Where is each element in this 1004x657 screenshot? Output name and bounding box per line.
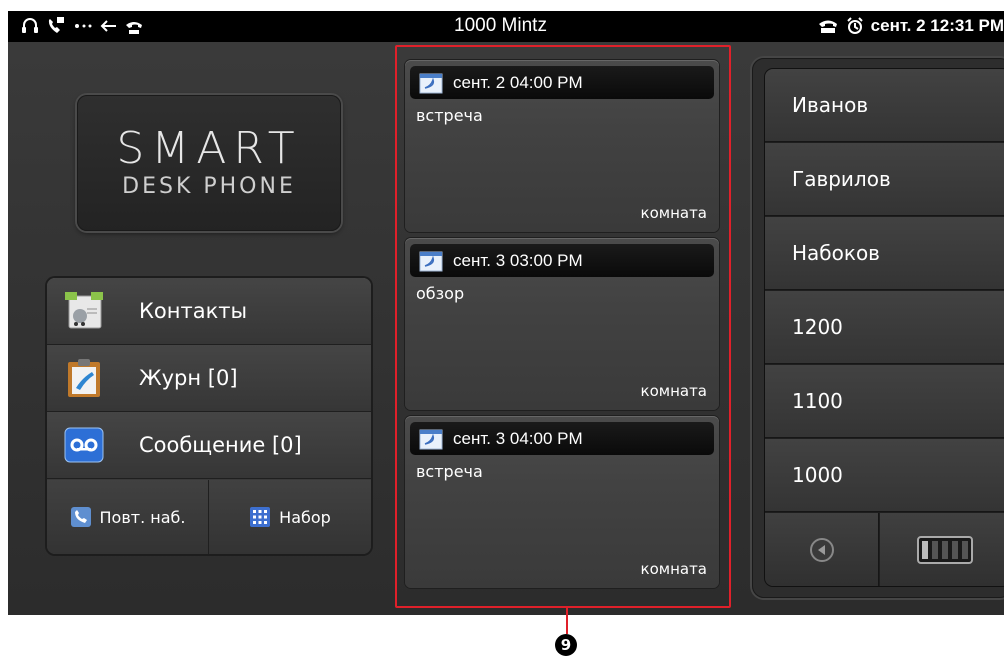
redial-label: Повт. наб.: [99, 507, 186, 527]
speed-dial-item[interactable]: Иванов: [765, 69, 1004, 142]
call-log-label: Журн [0]: [139, 366, 238, 390]
speed-dial-label: Набоков: [792, 241, 880, 265]
status-right: сент. 2 12:31 PM: [817, 16, 1004, 36]
logo-line1: SMART: [116, 123, 302, 174]
redial-icon: [70, 507, 91, 527]
headset-icon: [22, 18, 38, 33]
speed-dial-item[interactable]: Набоков: [765, 217, 1004, 290]
speed-dial-item[interactable]: 1200: [765, 291, 1004, 364]
alarm-icon: [846, 17, 863, 34]
callout-number: 9: [555, 634, 577, 656]
dots-icon: [75, 24, 92, 28]
agenda-highlight-box: [395, 45, 731, 608]
contacts-label: Контакты: [139, 299, 248, 323]
speed-dial-label: Гаврилов: [792, 167, 891, 191]
messages-label: Сообщение [0]: [139, 433, 302, 457]
speed-dial-item[interactable]: 1000: [765, 439, 1004, 512]
previous-page-button[interactable]: [765, 513, 879, 586]
speed-dial-item[interactable]: Гаврилов: [765, 143, 1004, 216]
voicemail-phone-icon: [48, 17, 64, 33]
contacts-icon: [63, 290, 105, 332]
speed-dial-item[interactable]: 1100: [765, 365, 1004, 438]
speed-dial-label: 1100: [792, 389, 843, 413]
keyboard-icon: [917, 535, 973, 564]
contacts-button[interactable]: Контакты: [47, 278, 371, 345]
handset-icon: [818, 20, 837, 33]
dialpad-icon: [250, 507, 271, 527]
dialpad-label: Набор: [279, 507, 331, 527]
back-arrow-icon: [100, 20, 116, 32]
logo-line2: DESK PHONE: [122, 174, 296, 199]
voicemail-icon: [63, 424, 105, 466]
speed-dial-list: Иванов Гаврилов Набоков 1200 1100 1000: [765, 69, 1004, 586]
messages-button[interactable]: Сообщение [0]: [47, 412, 371, 479]
redial-button[interactable]: Повт. наб.: [47, 480, 209, 554]
status-bar: 1000 Mintz сент. 2 12:31 PM: [8, 11, 1004, 42]
keyboard-button[interactable]: [880, 513, 1004, 586]
speed-dial-label: Иванов: [792, 93, 869, 117]
main-menu: Контакты Журн [0] Сообщение [0] Повт. на…: [47, 278, 371, 554]
call-log-button[interactable]: Журн [0]: [47, 345, 371, 412]
call-log-icon: [63, 357, 105, 399]
status-title: 1000 Mintz: [454, 15, 547, 36]
status-datetime: сент. 2 12:31 PM: [870, 16, 1004, 35]
speed-dial-label: 1200: [792, 315, 843, 339]
phone-icon: [126, 22, 142, 34]
callout-line: [566, 608, 568, 634]
back-circle-icon: [809, 537, 834, 562]
dialpad-button[interactable]: Набор: [209, 480, 371, 554]
speed-dial-label: 1000: [792, 463, 843, 487]
smart-desk-phone-logo: SMART DESK PHONE: [77, 95, 341, 231]
status-icons: [20, 16, 144, 36]
